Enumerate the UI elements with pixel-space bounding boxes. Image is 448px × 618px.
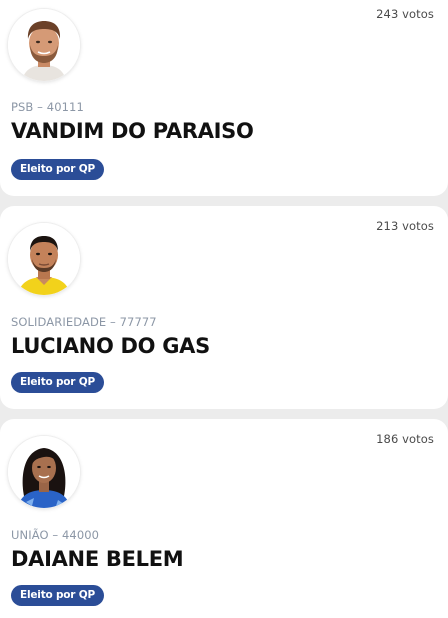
vote-count: 186 votos bbox=[376, 432, 434, 446]
candidate-name: VANDIM DO PARAISO bbox=[11, 119, 254, 143]
status-badge: Eleito por QP bbox=[11, 159, 104, 180]
vote-count: 213 votos bbox=[376, 219, 434, 233]
candidate-list: 243 votos PSB – 40111 VANDIM DO PARAISO … bbox=[0, 0, 448, 618]
candidate-name: LUCIANO DO GAS bbox=[11, 334, 210, 358]
candidate-photo bbox=[8, 436, 80, 508]
candidate-card[interactable]: 213 votos SOLIDARIEDADE – 77777 LUCIANO … bbox=[0, 206, 448, 409]
candidate-photo bbox=[8, 223, 80, 295]
status-badge: Eleito por QP bbox=[11, 585, 104, 606]
party-label: PSB – 40111 bbox=[11, 100, 84, 114]
party-label: SOLIDARIEDADE – 77777 bbox=[11, 315, 157, 329]
candidate-photo bbox=[8, 9, 80, 81]
candidate-card[interactable]: 243 votos PSB – 40111 VANDIM DO PARAISO … bbox=[0, 0, 448, 196]
vote-count: 243 votos bbox=[376, 7, 434, 21]
party-label: UNIÃO – 44000 bbox=[11, 528, 100, 542]
candidate-name: DAIANE BELEM bbox=[11, 547, 184, 571]
status-badge: Eleito por QP bbox=[11, 372, 104, 393]
candidate-card[interactable]: 186 votos UNIÃO – 44000 DAIANE BELEM Ele… bbox=[0, 419, 448, 618]
